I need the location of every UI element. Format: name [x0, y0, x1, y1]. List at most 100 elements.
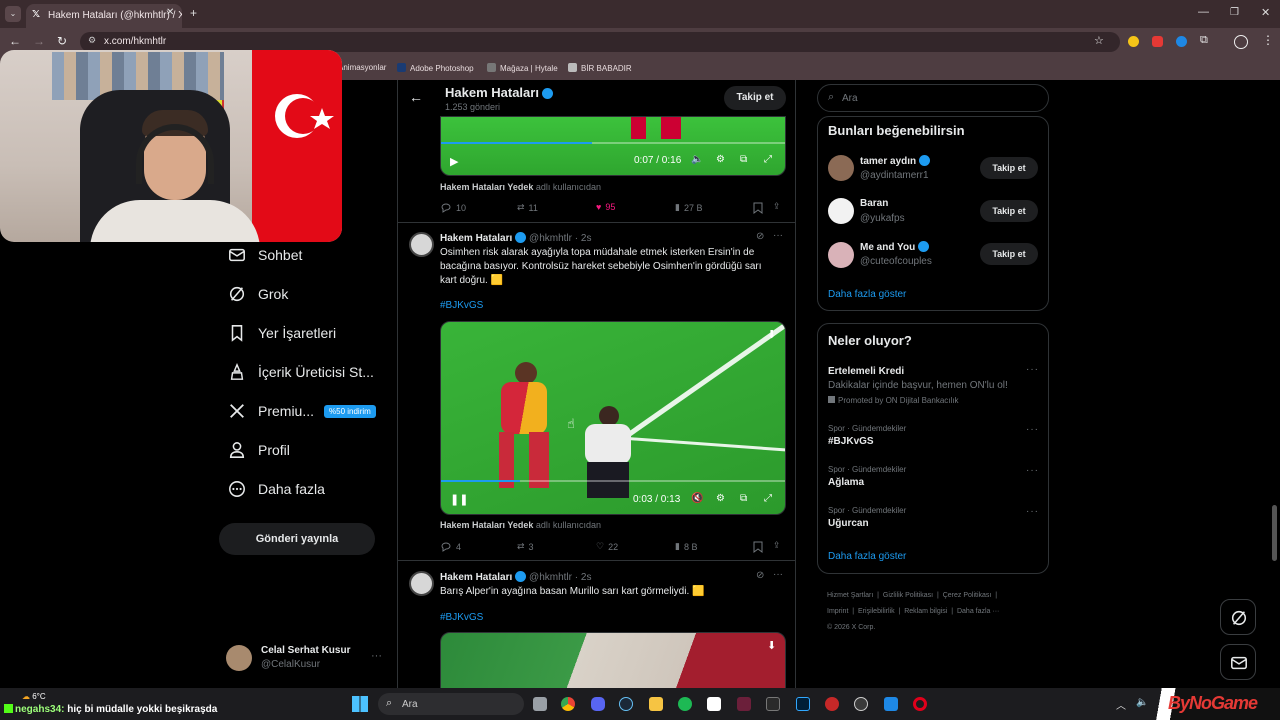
nav-item-chat[interactable]: Sohbet — [228, 243, 302, 267]
nav-item-profile[interactable]: Profil — [228, 438, 290, 462]
nav-item-creator-studio[interactable]: İçerik Üreticisi St... — [228, 360, 374, 384]
grok-icon[interactable]: ⊘ — [756, 570, 764, 581]
footer-link[interactable]: Çerez Politikası — [943, 592, 992, 599]
back-icon[interactable]: ← — [9, 34, 21, 48]
capcut-icon[interactable] — [707, 697, 721, 711]
mute-icon[interactable]: 🔈 — [691, 154, 703, 165]
recorder-icon[interactable] — [825, 697, 839, 711]
extension-icon[interactable] — [1128, 36, 1139, 47]
search-input[interactable]: ⌕ Ara — [817, 84, 1049, 112]
play-icon[interactable]: ▶ — [450, 155, 458, 168]
obs-icon[interactable] — [854, 697, 868, 711]
avatar[interactable] — [828, 155, 854, 181]
back-arrow-icon[interactable]: ← — [409, 89, 423, 105]
weather-widget[interactable]: ☁ 6°C — [22, 692, 46, 701]
bookmark-item[interactable]: Animasyonlar — [338, 63, 386, 72]
page-scrollbar-thumb[interactable] — [1272, 505, 1277, 561]
tab-list-button[interactable]: ⌄ — [5, 6, 21, 22]
address-bar[interactable]: ⚙ x.com/hkmhtlr — [80, 32, 1120, 52]
more-dots-icon[interactable]: ··· — [1026, 465, 1039, 476]
show-more-link[interactable]: Daha fazla göster — [828, 551, 906, 562]
user-name[interactable]: Me and You — [860, 241, 930, 253]
messages-floating-button[interactable] — [1220, 644, 1256, 680]
reply-button[interactable]: 4 — [440, 541, 461, 553]
photoshop-icon[interactable] — [796, 697, 810, 711]
media-app-icon[interactable] — [737, 697, 751, 711]
like-button[interactable]: ♡ 22 — [596, 541, 618, 552]
muted-icon[interactable]: 🔇 — [691, 493, 703, 504]
grok-icon[interactable]: ⊘ — [756, 231, 764, 242]
footer-link[interactable]: Erişilebilirlik — [858, 608, 895, 615]
avatar[interactable] — [828, 198, 854, 224]
nav-item-premium[interactable]: Premiu... %50 indirim — [228, 399, 376, 423]
views-button[interactable]: ▮ 8 B — [675, 541, 697, 552]
more-dots-icon[interactable]: ··· — [1026, 424, 1039, 435]
bookmark-star-icon[interactable]: ☆ — [1094, 34, 1104, 47]
follow-button[interactable]: Takip et — [980, 243, 1038, 265]
spotify-icon[interactable] — [678, 697, 692, 711]
reply-button[interactable]: 10 — [440, 202, 466, 214]
fullscreen-icon[interactable]: ⤢ — [764, 493, 772, 504]
profile-avatar[interactable] — [1234, 35, 1248, 49]
more-dots-icon[interactable]: ··· — [1026, 364, 1039, 375]
more-dots-icon[interactable]: ··· — [371, 650, 382, 662]
tray-chevron-icon[interactable]: ︿ — [1116, 697, 1126, 712]
follow-button[interactable]: Takip et — [980, 157, 1038, 179]
bookmark-item[interactable]: BİR BABADIR — [568, 63, 632, 73]
trend-name[interactable]: Ağlama — [828, 477, 864, 488]
views-button[interactable]: ▮ 27 B — [675, 202, 702, 213]
discord-icon[interactable] — [591, 697, 605, 711]
video-player[interactable]: ⬇ ☝ ❚❚ 0:03 / 0:13 🔇 ⚙ ⧉ ⤢ — [440, 321, 786, 515]
pip-icon[interactable]: ⧉ — [740, 154, 747, 165]
bookmark-button[interactable] — [753, 202, 767, 214]
more-dots-icon[interactable]: ··· — [773, 230, 783, 241]
footer-link[interactable]: Gizlilik Politikası — [883, 592, 933, 599]
maximize-button[interactable]: ❐ — [1230, 7, 1239, 18]
file-explorer-icon[interactable] — [649, 697, 663, 711]
browser-tab[interactable]: 𝕏 Hakem Hataları (@hkmhtlr) / X — [26, 4, 182, 28]
promoted-trend-name[interactable]: Ertelemeli Kredi — [828, 366, 904, 377]
hashtag-link[interactable]: #BJKvGS — [440, 300, 483, 311]
footer-link[interactable]: Imprint — [827, 608, 848, 615]
repost-button[interactable]: ⇄ 11 — [517, 202, 538, 213]
header-follow-button[interactable]: Takip et — [724, 86, 786, 110]
reload-icon[interactable]: ↻ — [57, 34, 67, 48]
video-player[interactable]: ⬇ — [440, 632, 786, 690]
tab-close-icon[interactable]: ✕ — [166, 7, 174, 18]
nav-item-grok[interactable]: Grok — [228, 282, 288, 306]
like-button[interactable]: ♥ 95 — [596, 202, 615, 212]
tweet-time[interactable]: 2s — [581, 572, 592, 583]
download-icon[interactable]: ⬇ — [767, 639, 776, 652]
footer-link[interactable]: Daha fazla ··· — [957, 608, 999, 615]
attribution-user-link[interactable]: Hakem Hataları Yedek — [440, 520, 533, 530]
menu-kebab-icon[interactable]: ⋮ — [1262, 33, 1274, 47]
bookmark-item[interactable]: Adobe Photoshop — [397, 63, 474, 73]
tweet-time[interactable]: 2s — [581, 233, 592, 244]
download-icon[interactable]: ⬇ — [767, 328, 776, 341]
avatar[interactable] — [409, 232, 434, 257]
video-player[interactable]: ▶ 0:07 / 0:16 🔈 ⚙ ⧉ ⤢ — [440, 116, 786, 176]
grok-floating-button[interactable] — [1220, 599, 1256, 635]
chrome-icon[interactable] — [561, 697, 575, 711]
taskbar-search[interactable]: ⌕ Ara — [378, 693, 524, 715]
bookmark-item[interactable]: Mağaza | Hytale — [487, 63, 558, 73]
start-button[interactable] — [352, 696, 368, 712]
task-view-icon[interactable] — [533, 697, 547, 711]
site-info-icon[interactable]: ⚙ — [88, 35, 96, 46]
tweet-author[interactable]: Hakem Hataları — [440, 572, 512, 583]
repost-button[interactable]: ⇄ 3 — [517, 541, 534, 552]
attribution-user-link[interactable]: Hakem Hataları Yedek — [440, 182, 533, 192]
bookmark-button[interactable] — [753, 541, 767, 553]
app-icon[interactable] — [884, 697, 898, 711]
trend-name[interactable]: Uğurcan — [828, 518, 869, 529]
progress-track[interactable] — [441, 142, 785, 144]
fullscreen-icon[interactable]: ⤢ — [764, 154, 772, 165]
user-name[interactable]: Baran — [860, 198, 888, 209]
share-button[interactable]: ⇪ — [773, 201, 781, 212]
more-dots-icon[interactable]: ··· — [773, 569, 783, 580]
more-dots-icon[interactable]: ··· — [1026, 506, 1039, 517]
close-window-button[interactable]: ✕ — [1261, 6, 1270, 19]
footer-link[interactable]: Hizmet Şartları — [827, 592, 873, 599]
show-more-link[interactable]: Daha fazla göster — [828, 289, 906, 300]
extension-icon[interactable] — [1152, 36, 1163, 47]
